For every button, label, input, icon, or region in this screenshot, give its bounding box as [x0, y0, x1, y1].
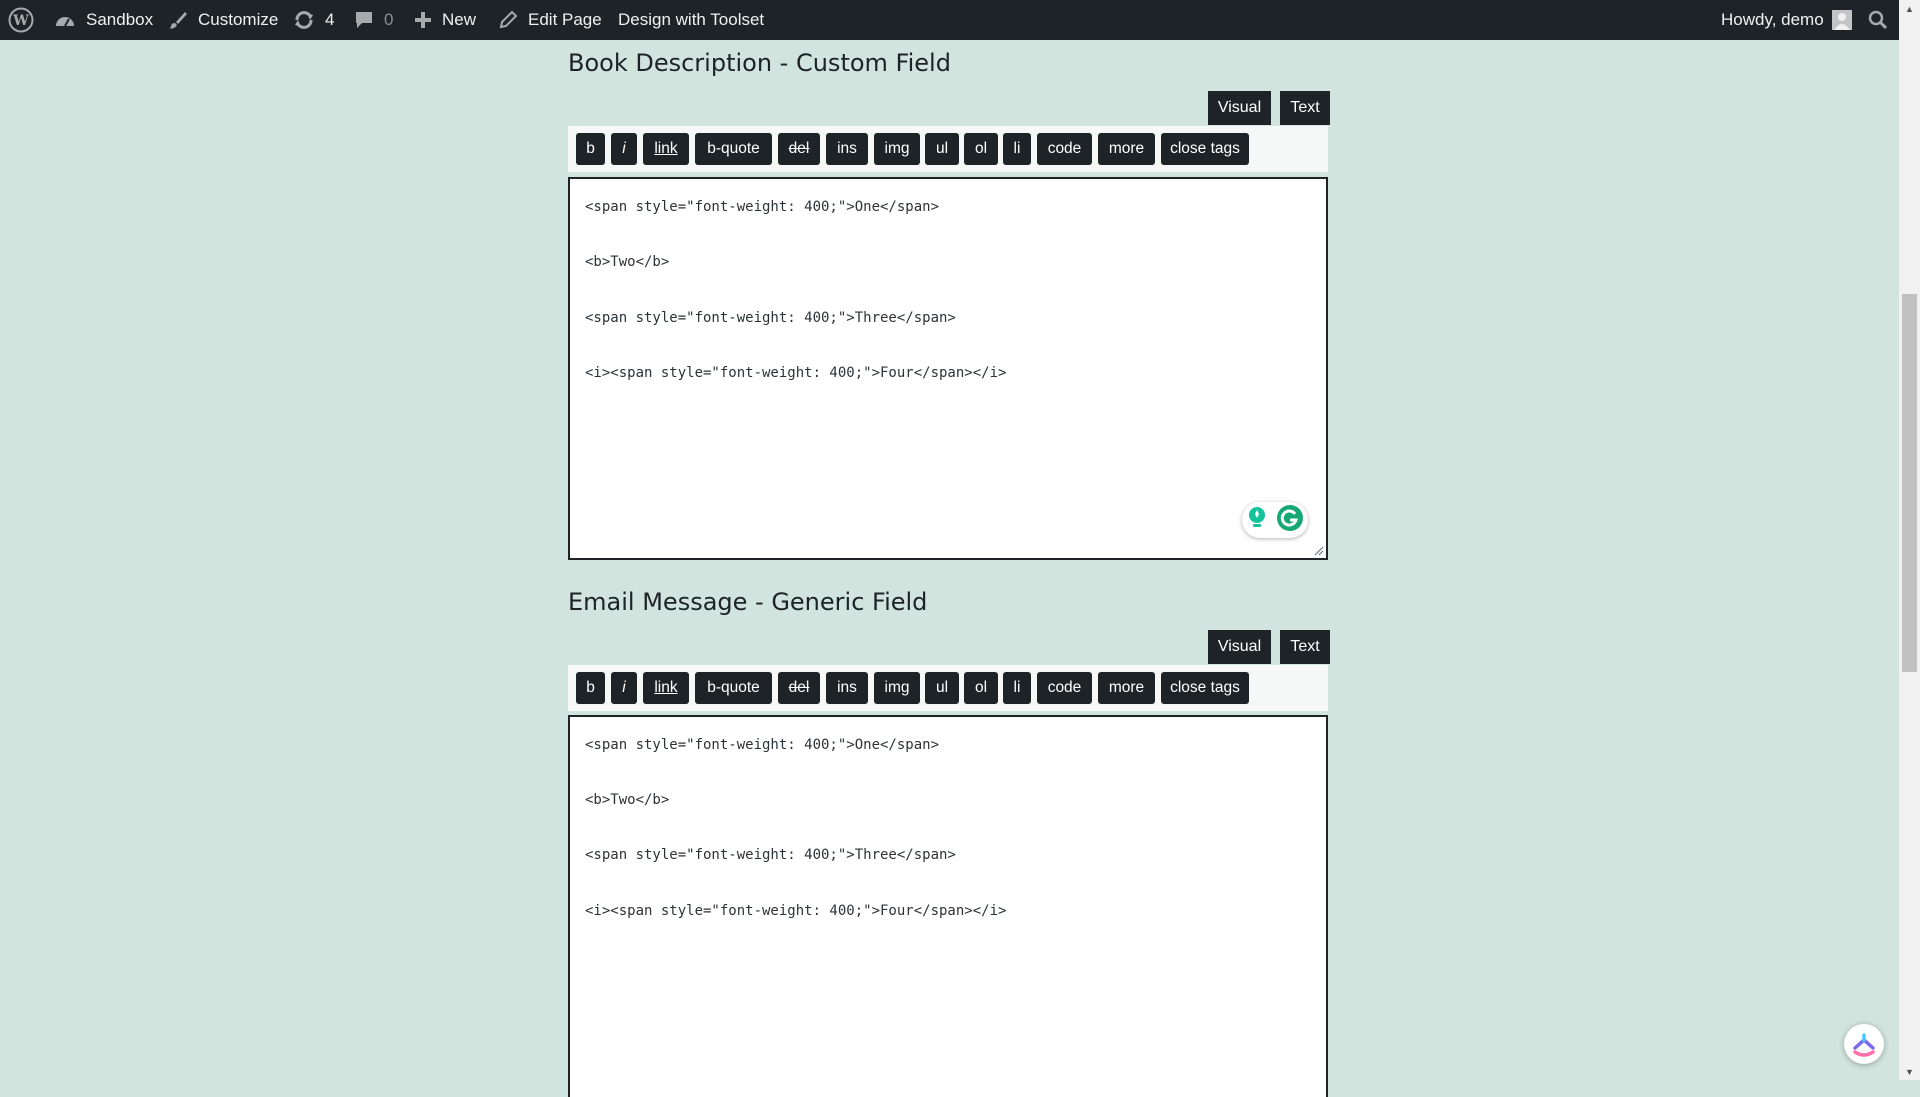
qt-link-button[interactable]: link [643, 672, 689, 704]
brush-icon [168, 10, 188, 30]
howdy-label: Howdy, demo [1721, 10, 1824, 29]
qt-img-button[interactable]: img [874, 133, 920, 165]
code-line: <i><span style="font-weight: 400;">Four<… [585, 365, 1007, 381]
qt-ol-button[interactable]: ol [964, 672, 998, 704]
dashboard-icon [54, 11, 76, 29]
code-line: <span style="font-weight: 400;">Three</s… [585, 310, 956, 326]
qt-close-tags-button[interactable]: close tags [1161, 672, 1249, 704]
grammarly-icon[interactable] [1276, 504, 1304, 537]
qt-code-button[interactable]: code [1037, 672, 1092, 704]
qt-bquote-button[interactable]: b-quote [695, 133, 772, 165]
qt-ol-button[interactable]: ol [964, 133, 998, 165]
resize-handle-icon[interactable] [1314, 546, 1324, 556]
edit-page-label: Edit Page [528, 10, 602, 29]
tab-text[interactable]: Text [1280, 91, 1330, 125]
section-title-email-message: Email Message - Generic Field [568, 588, 928, 616]
admin-bar: W Sandbox Customize 4 0 New Edit Page De… [0, 0, 1899, 40]
qt-bold-button[interactable]: b [576, 133, 605, 165]
qt-img-button[interactable]: img [874, 672, 920, 704]
tab-visual[interactable]: Visual [1208, 630, 1271, 664]
qt-del-button[interactable]: del [778, 672, 820, 704]
section-title-book-description: Book Description - Custom Field [568, 49, 951, 77]
new-content-link[interactable]: New [414, 0, 476, 40]
code-line: <i><span style="font-weight: 400;">Four<… [585, 903, 1007, 919]
scroll-up-icon[interactable]: ▲ [1899, 0, 1920, 17]
new-label: New [442, 10, 477, 29]
qt-ul-button[interactable]: ul [925, 672, 959, 704]
updates-link[interactable]: 4 [293, 0, 334, 40]
grammarly-widget[interactable] [1242, 502, 1308, 538]
toolset-label: Design with Toolset [618, 10, 765, 29]
my-account-link[interactable]: Howdy, demo [1721, 0, 1852, 40]
pencil-icon [498, 10, 518, 30]
qt-code-button[interactable]: code [1037, 133, 1092, 165]
comments-link[interactable]: 0 [354, 0, 393, 40]
qt-ins-button[interactable]: ins [826, 672, 868, 704]
edit-page-link[interactable]: Edit Page [498, 0, 602, 40]
code-line: <b>Two</b> [585, 792, 670, 808]
qt-bquote-button[interactable]: b-quote [695, 672, 772, 704]
quicktags-toolbar: b i link b-quote del ins img ul ol li co… [568, 665, 1328, 711]
plus-icon [414, 11, 432, 29]
code-line: <span style="font-weight: 400;">One</spa… [585, 199, 940, 215]
tab-visual[interactable]: Visual [1208, 91, 1271, 125]
text-editor-textarea[interactable]: <span style="font-weight: 400;">One</spa… [568, 715, 1328, 1097]
qt-bold-button[interactable]: b [576, 672, 605, 704]
avatar [1831, 10, 1852, 30]
clickup-icon[interactable] [1844, 1024, 1884, 1064]
qt-more-button[interactable]: more [1098, 133, 1155, 165]
page-scrollbar[interactable]: ▲ ▼ [1899, 0, 1920, 1080]
updates-icon [293, 10, 315, 30]
qt-more-button[interactable]: more [1098, 672, 1155, 704]
qt-li-button[interactable]: li [1003, 672, 1031, 704]
tab-text[interactable]: Text [1280, 630, 1330, 664]
comments-count: 0 [384, 10, 394, 29]
site-name-link[interactable]: Sandbox [54, 0, 153, 40]
scroll-down-icon[interactable]: ▼ [1899, 1063, 1920, 1080]
comment-icon [354, 10, 374, 30]
qt-italic-button[interactable]: i [611, 672, 637, 704]
qt-li-button[interactable]: li [1003, 133, 1031, 165]
qt-ul-button[interactable]: ul [925, 133, 959, 165]
qt-italic-button[interactable]: i [611, 133, 637, 165]
site-name: Sandbox [86, 10, 154, 29]
wordpress-logo-icon[interactable]: W [8, 0, 34, 40]
svg-text:W: W [12, 13, 29, 29]
scroll-thumb[interactable] [1902, 294, 1917, 672]
text-editor-textarea[interactable]: <span style="font-weight: 400;">One</spa… [568, 177, 1328, 560]
updates-count: 4 [325, 10, 335, 29]
qt-link-button[interactable]: link [643, 133, 689, 165]
customize-label: Customize [198, 10, 279, 29]
quicktags-toolbar: b i link b-quote del ins img ul ol li co… [568, 126, 1328, 172]
customize-link[interactable]: Customize [168, 0, 278, 40]
search-icon[interactable] [1868, 0, 1888, 40]
qt-close-tags-button[interactable]: close tags [1161, 133, 1249, 165]
code-line: <b>Two</b> [585, 254, 670, 270]
qt-del-button[interactable]: del [778, 133, 820, 165]
lightbulb-icon[interactable] [1246, 506, 1268, 535]
toolset-link[interactable]: Design with Toolset [618, 0, 764, 40]
code-line: <span style="font-weight: 400;">Three</s… [585, 847, 956, 863]
code-line: <span style="font-weight: 400;">One</spa… [585, 737, 940, 753]
qt-ins-button[interactable]: ins [826, 133, 868, 165]
